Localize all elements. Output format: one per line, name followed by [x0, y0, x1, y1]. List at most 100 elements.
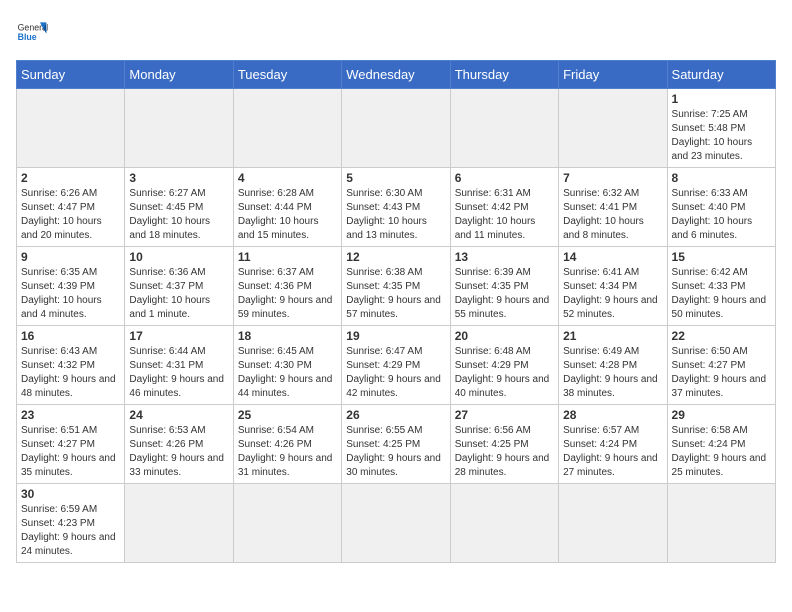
day-sun-info: Sunrise: 6:35 AM Sunset: 4:39 PM Dayligh… [21, 266, 120, 322]
day-of-week-header: Friday [559, 61, 667, 89]
day-sun-info: Sunrise: 6:42 AM Sunset: 4:33 PM Dayligh… [672, 266, 771, 322]
day-of-week-header: Tuesday [233, 61, 341, 89]
day-number: 4 [238, 171, 337, 185]
day-sun-info: Sunrise: 6:54 AM Sunset: 4:26 PM Dayligh… [238, 424, 337, 480]
day-of-week-header: Saturday [667, 61, 775, 89]
generalblue-logo-icon: General Blue [16, 16, 48, 48]
day-of-week-header: Wednesday [342, 61, 450, 89]
calendar-day-cell: 12 Sunrise: 6:38 AM Sunset: 4:35 PM Dayli… [342, 247, 450, 326]
day-sun-info: Sunrise: 6:51 AM Sunset: 4:27 PM Dayligh… [21, 424, 120, 480]
calendar-day-cell [450, 484, 558, 563]
calendar-day-cell: 11 Sunrise: 6:37 AM Sunset: 4:36 PM Dayli… [233, 247, 341, 326]
calendar-day-cell [342, 484, 450, 563]
logo: General Blue [16, 16, 48, 48]
calendar-header-row: SundayMondayTuesdayWednesdayThursdayFrid… [17, 61, 776, 89]
day-number: 13 [455, 250, 554, 264]
day-of-week-header: Thursday [450, 61, 558, 89]
day-number: 20 [455, 329, 554, 343]
day-number: 29 [672, 408, 771, 422]
calendar-day-cell: 2Sunrise: 6:26 AM Sunset: 4:47 PM Daylig… [17, 168, 125, 247]
day-number: 11 [238, 250, 337, 264]
day-sun-info: Sunrise: 6:43 AM Sunset: 4:32 PM Dayligh… [21, 345, 120, 401]
day-number: 8 [672, 171, 771, 185]
calendar-day-cell [559, 89, 667, 168]
day-sun-info: Sunrise: 6:58 AM Sunset: 4:24 PM Dayligh… [672, 424, 771, 480]
calendar-week-row: 2Sunrise: 6:26 AM Sunset: 4:47 PM Daylig… [17, 168, 776, 247]
day-sun-info: Sunrise: 6:49 AM Sunset: 4:28 PM Dayligh… [563, 345, 662, 401]
day-number: 23 [21, 408, 120, 422]
calendar-day-cell [233, 89, 341, 168]
calendar-day-cell: 24 Sunrise: 6:53 AM Sunset: 4:26 PM Dayli… [125, 405, 233, 484]
day-sun-info: Sunrise: 6:37 AM Sunset: 4:36 PM Dayligh… [238, 266, 337, 322]
day-sun-info: Sunrise: 6:57 AM Sunset: 4:24 PM Dayligh… [563, 424, 662, 480]
calendar-day-cell: 5 Sunrise: 6:30 AM Sunset: 4:43 PM Daylig… [342, 168, 450, 247]
calendar-day-cell: 26Sunrise: 6:55 AM Sunset: 4:25 PM Dayli… [342, 405, 450, 484]
day-sun-info: Sunrise: 6:48 AM Sunset: 4:29 PM Dayligh… [455, 345, 554, 401]
calendar-day-cell: 27Sunrise: 6:56 AM Sunset: 4:25 PM Dayli… [450, 405, 558, 484]
calendar-day-cell: 4 Sunrise: 6:28 AM Sunset: 4:44 PM Daylig… [233, 168, 341, 247]
day-number: 24 [129, 408, 228, 422]
calendar-week-row: 1 Sunrise: 7:25 AM Sunset: 5:48 PM Daylig… [17, 89, 776, 168]
calendar-day-cell: 20 Sunrise: 6:48 AM Sunset: 4:29 PM Dayli… [450, 326, 558, 405]
day-sun-info: Sunrise: 6:36 AM Sunset: 4:37 PM Dayligh… [129, 266, 228, 322]
day-sun-info: Sunrise: 6:41 AM Sunset: 4:34 PM Dayligh… [563, 266, 662, 322]
day-number: 26 [346, 408, 445, 422]
calendar-day-cell: 17Sunrise: 6:44 AM Sunset: 4:31 PM Dayli… [125, 326, 233, 405]
day-sun-info: Sunrise: 6:33 AM Sunset: 4:40 PM Dayligh… [672, 187, 771, 243]
day-number: 30 [21, 487, 120, 501]
page-header: General Blue [16, 16, 776, 48]
day-sun-info: Sunrise: 6:50 AM Sunset: 4:27 PM Dayligh… [672, 345, 771, 401]
calendar-week-row: 16 Sunrise: 6:43 AM Sunset: 4:32 PM Dayli… [17, 326, 776, 405]
calendar-day-cell: 15 Sunrise: 6:42 AM Sunset: 4:33 PM Dayli… [667, 247, 775, 326]
day-number: 16 [21, 329, 120, 343]
day-sun-info: Sunrise: 6:27 AM Sunset: 4:45 PM Dayligh… [129, 187, 228, 243]
day-sun-info: Sunrise: 6:56 AM Sunset: 4:25 PM Dayligh… [455, 424, 554, 480]
day-number: 6 [455, 171, 554, 185]
calendar-day-cell [17, 89, 125, 168]
day-sun-info: Sunrise: 6:26 AM Sunset: 4:47 PM Dayligh… [21, 187, 120, 243]
day-number: 1 [672, 92, 771, 106]
day-number: 5 [346, 171, 445, 185]
day-number: 21 [563, 329, 662, 343]
day-sun-info: Sunrise: 6:30 AM Sunset: 4:43 PM Dayligh… [346, 187, 445, 243]
day-number: 15 [672, 250, 771, 264]
calendar-day-cell [667, 484, 775, 563]
calendar-day-cell: 1 Sunrise: 7:25 AM Sunset: 5:48 PM Daylig… [667, 89, 775, 168]
day-number: 25 [238, 408, 337, 422]
day-sun-info: Sunrise: 6:59 AM Sunset: 4:23 PM Dayligh… [21, 503, 120, 559]
calendar-day-cell: 14 Sunrise: 6:41 AM Sunset: 4:34 PM Dayli… [559, 247, 667, 326]
day-number: 17 [129, 329, 228, 343]
day-sun-info: Sunrise: 6:53 AM Sunset: 4:26 PM Dayligh… [129, 424, 228, 480]
calendar-day-cell: 6Sunrise: 6:31 AM Sunset: 4:42 PM Daylig… [450, 168, 558, 247]
day-number: 28 [563, 408, 662, 422]
calendar-day-cell [125, 89, 233, 168]
day-number: 10 [129, 250, 228, 264]
calendar-day-cell: 29 Sunrise: 6:58 AM Sunset: 4:24 PM Dayli… [667, 405, 775, 484]
calendar-day-cell: 13 Sunrise: 6:39 AM Sunset: 4:35 PM Dayli… [450, 247, 558, 326]
day-number: 3 [129, 171, 228, 185]
calendar-week-row: 9Sunrise: 6:35 AM Sunset: 4:39 PM Daylig… [17, 247, 776, 326]
calendar-day-cell: 30 Sunrise: 6:59 AM Sunset: 4:23 PM Dayli… [17, 484, 125, 563]
calendar-day-cell: 28 Sunrise: 6:57 AM Sunset: 4:24 PM Dayli… [559, 405, 667, 484]
calendar-week-row: 23 Sunrise: 6:51 AM Sunset: 4:27 PM Dayli… [17, 405, 776, 484]
calendar-day-cell: 18Sunrise: 6:45 AM Sunset: 4:30 PM Dayli… [233, 326, 341, 405]
day-number: 12 [346, 250, 445, 264]
calendar-day-cell: 21 Sunrise: 6:49 AM Sunset: 4:28 PM Dayli… [559, 326, 667, 405]
calendar-day-cell: 9Sunrise: 6:35 AM Sunset: 4:39 PM Daylig… [17, 247, 125, 326]
calendar-day-cell: 8 Sunrise: 6:33 AM Sunset: 4:40 PM Daylig… [667, 168, 775, 247]
calendar-week-row: 30 Sunrise: 6:59 AM Sunset: 4:23 PM Dayli… [17, 484, 776, 563]
day-number: 14 [563, 250, 662, 264]
day-sun-info: Sunrise: 6:38 AM Sunset: 4:35 PM Dayligh… [346, 266, 445, 322]
calendar-day-cell [125, 484, 233, 563]
calendar-day-cell [233, 484, 341, 563]
day-sun-info: Sunrise: 7:25 AM Sunset: 5:48 PM Dayligh… [672, 108, 771, 164]
day-sun-info: Sunrise: 6:39 AM Sunset: 4:35 PM Dayligh… [455, 266, 554, 322]
day-sun-info: Sunrise: 6:28 AM Sunset: 4:44 PM Dayligh… [238, 187, 337, 243]
day-number: 18 [238, 329, 337, 343]
calendar-day-cell: 7Sunrise: 6:32 AM Sunset: 4:41 PM Daylig… [559, 168, 667, 247]
calendar-day-cell: 16 Sunrise: 6:43 AM Sunset: 4:32 PM Dayli… [17, 326, 125, 405]
calendar-day-cell: 10 Sunrise: 6:36 AM Sunset: 4:37 PM Dayli… [125, 247, 233, 326]
day-of-week-header: Monday [125, 61, 233, 89]
day-number: 19 [346, 329, 445, 343]
calendar-day-cell [450, 89, 558, 168]
